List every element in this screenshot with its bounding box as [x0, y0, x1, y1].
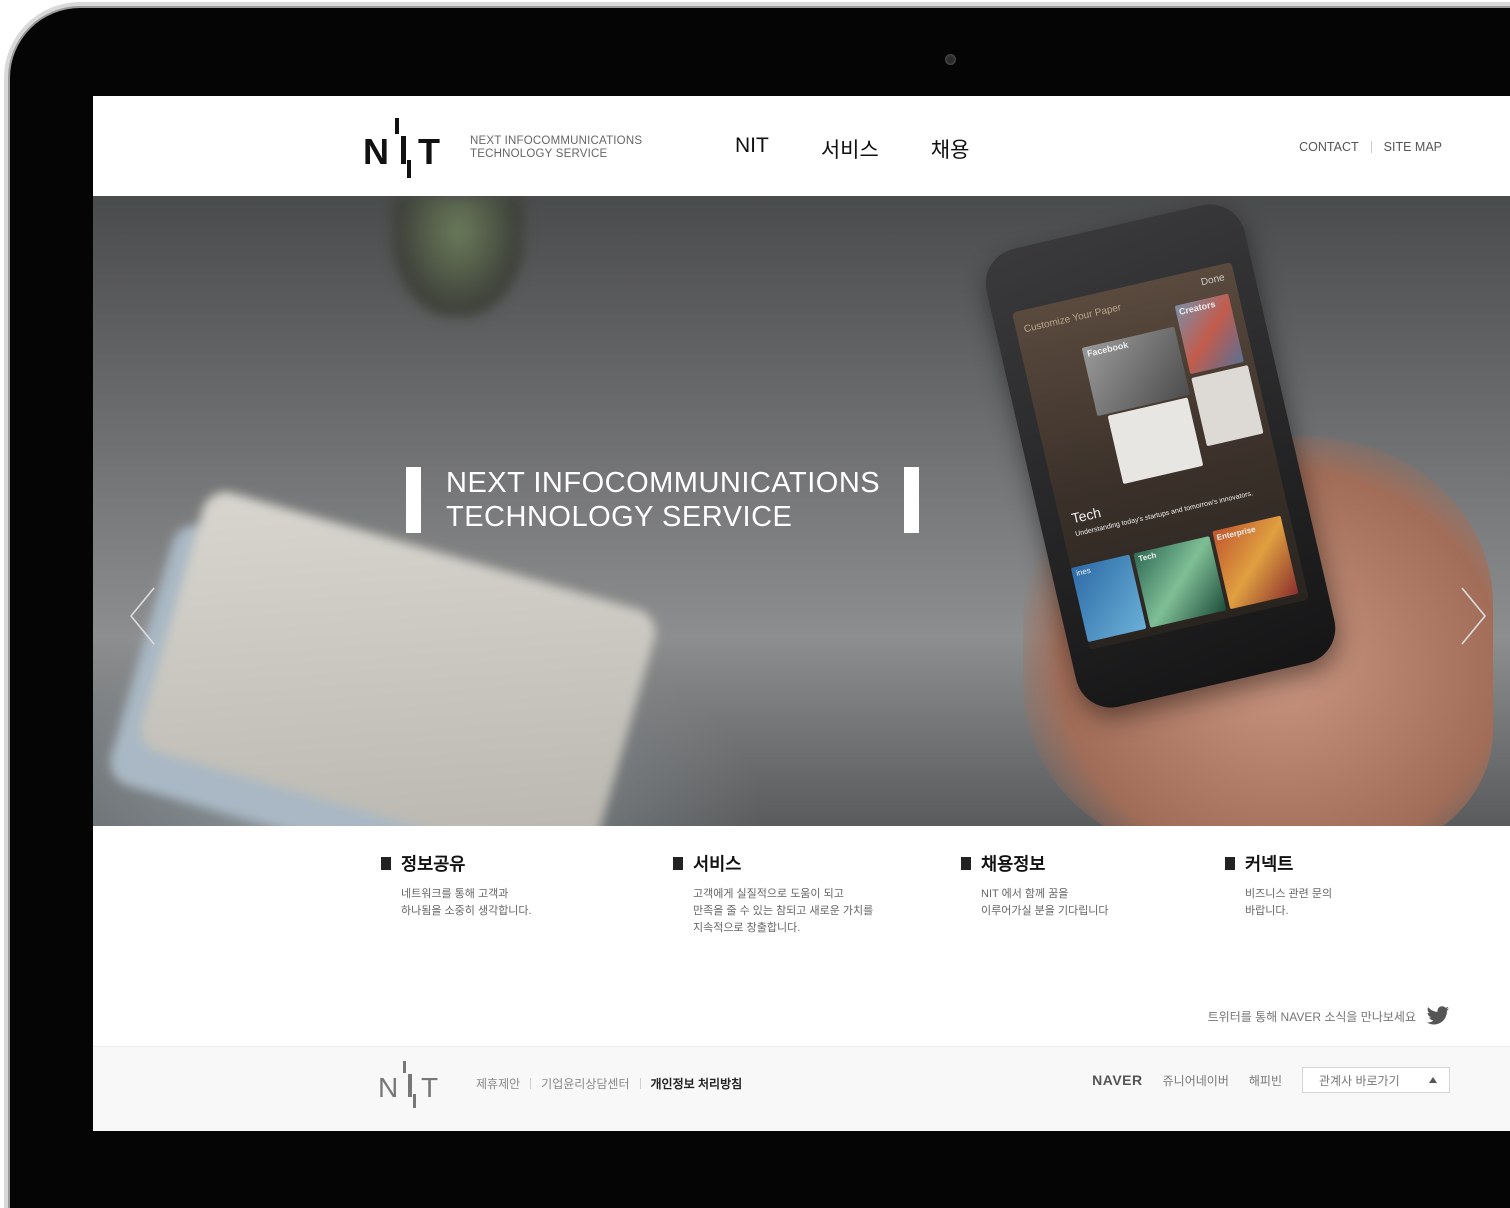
phone-screen: Customize Your Paper Done Facebook Creat… [1011, 262, 1310, 650]
footer-links: 제휴제안 기업윤리상담센터 개인정보 처리방침 [476, 1075, 742, 1092]
util-links: CONTACT SITE MAP [1299, 140, 1442, 154]
feature-title-text: 채용정보 [981, 854, 1046, 874]
phone-customize-label: Customize Your Paper [1022, 302, 1123, 336]
nav-item-recruit[interactable]: 채용 [931, 134, 970, 164]
feature-desc-line: 이루어가실 분을 기다립니다 [981, 905, 1109, 917]
phone-tech-heading: Tech [1069, 504, 1103, 527]
nav-item-nit[interactable]: NIT [735, 134, 769, 164]
feature-desc-line: 네트워크를 통해 고객과 [401, 888, 509, 900]
junior-naver-link[interactable]: 쥬니어네이버 [1163, 1072, 1229, 1089]
feature-desc: NIT 에서 함께 꿈을 이루어가실 분을 기다립니다 [981, 886, 1109, 920]
feature-desc-line: 지속적으로 창출합니다. [693, 922, 801, 934]
feature-connect[interactable]: 커넥트 비즈니스 관련 문의 바랍니다. [1225, 851, 1332, 920]
square-bullet-icon [673, 857, 683, 870]
square-bullet-icon [961, 857, 971, 870]
naver-link[interactable]: NAVER [1092, 1072, 1142, 1088]
footer-link-ethics-center[interactable]: 기업윤리상담센터 [541, 1075, 629, 1092]
footer-divider [530, 1078, 532, 1089]
footer-nit-logo[interactable]: N T [378, 1059, 458, 1109]
hero-title-text: NEXT INFOCOMMUNICATIONS TECHNOLOGY SERVI… [421, 466, 904, 534]
feature-desc-line: 만족을 줄 수 있는 참되고 새로운 가치를 [693, 905, 874, 917]
logo-subtitle: NEXT INFOCOMMUNICATIONS TECHNOLOGY SERVI… [470, 135, 642, 161]
page-preview-right [1191, 365, 1264, 447]
feature-title: 채용정보 [961, 851, 1109, 876]
util-divider [1370, 141, 1372, 153]
feature-desc-line: NIT 에서 함께 꿈을 [981, 888, 1069, 900]
feature-title: 서비스 [673, 851, 873, 876]
square-bullet-icon [1225, 857, 1235, 870]
feature-desc-line: 하나됨을 소중히 생각합니다. [401, 905, 532, 917]
feature-row: 정보공유 네트워크를 통해 고객과 하나됨을 소중히 생각합니다. 서비스 고객… [381, 851, 1510, 961]
contact-link[interactable]: CONTACT [1299, 140, 1359, 154]
svg-text:T: T [421, 1072, 438, 1103]
feature-desc-line: 바랍니다. [1245, 905, 1289, 917]
affiliate-select[interactable]: 관계사 바로가기 [1302, 1067, 1450, 1093]
footer-divider [639, 1078, 641, 1089]
site-header: N T NEXT INFOCOMMUNICATIONS TECHNOLOGY S… [93, 96, 1510, 196]
footer-link-partnership[interactable]: 제휴제안 [476, 1075, 520, 1092]
main-nav: NIT 서비스 채용 [735, 134, 969, 164]
nav-item-service[interactable]: 서비스 [821, 134, 879, 164]
hero-title-line2: TECHNOLOGY SERVICE [446, 501, 793, 533]
feature-desc: 고객에게 실질적으로 도움이 되고 만족을 줄 수 있는 참되고 새로운 가치를… [693, 886, 873, 937]
twitter-promo-text: 트위터를 통해 NAVER 소식을 만나보세요 [1207, 1009, 1416, 1024]
twitter-promo[interactable]: 트위터를 통해 NAVER 소식을 만나보세요 [1208, 1006, 1450, 1026]
caret-up-icon [1429, 1077, 1437, 1083]
sitemap-link[interactable]: SITE MAP [1384, 140, 1442, 154]
plant-background [393, 196, 523, 316]
feature-title-text: 서비스 [693, 854, 742, 874]
feature-info-share[interactable]: 정보공유 네트워크를 통해 고객과 하나됨을 소중히 생각합니다. [381, 851, 532, 920]
feature-service[interactable]: 서비스 고객에게 실질적으로 도움이 되고 만족을 줄 수 있는 참되고 새로운… [673, 851, 873, 937]
site-footer: N T 제휴제안 기업윤리상담센터 개인정보 처리방침 NAVER 쥬니어네이버… [93, 1046, 1510, 1131]
camera-icon [945, 54, 956, 65]
svg-text:N: N [378, 1072, 398, 1103]
website-screen: N T NEXT INFOCOMMUNICATIONS TECHNOLOGY S… [93, 96, 1510, 1131]
chevron-left-icon[interactable] [128, 586, 158, 646]
footer-link-privacy-policy[interactable]: 개인정보 처리방침 [651, 1075, 743, 1092]
hero-title: NEXT INFOCOMMUNICATIONS TECHNOLOGY SERVI… [406, 466, 920, 534]
feature-desc: 네트워크를 통해 고객과 하나됨을 소중히 생각합니다. [401, 886, 532, 920]
svg-text:T: T [418, 131, 440, 172]
square-bullet-icon [381, 857, 391, 870]
feature-recruit[interactable]: 채용정보 NIT 에서 함께 꿈을 이루어가실 분을 기다립니다 [961, 851, 1109, 920]
hero-title-line1: NEXT INFOCOMMUNICATIONS [446, 467, 881, 499]
hero-banner: Customize Your Paper Done Facebook Creat… [93, 196, 1510, 826]
envelope-background [134, 486, 662, 826]
nit-logo[interactable]: N T [363, 118, 463, 178]
feature-title: 커넥트 [1225, 851, 1332, 876]
tech-tile [1133, 536, 1227, 628]
hero-title-bar-right [904, 467, 920, 533]
feature-desc-line: 비즈니스 관련 문의 [1245, 888, 1333, 900]
feature-title-text: 정보공유 [401, 854, 466, 874]
svg-text:N: N [363, 131, 389, 172]
hero-title-bar-left [406, 467, 421, 533]
logo-subtitle-line1: NEXT INFOCOMMUNICATIONS [470, 135, 643, 147]
feature-title: 정보공유 [381, 851, 532, 876]
feature-desc-line: 고객에게 실질적으로 도움이 되고 [693, 888, 844, 900]
phone-done-label: Done [1199, 272, 1226, 289]
feature-desc: 비즈니스 관련 문의 바랍니다. [1245, 886, 1332, 920]
feature-title-text: 커넥트 [1245, 854, 1294, 874]
logo-subtitle-line2: TECHNOLOGY SERVICE [470, 148, 608, 160]
twitter-bird-icon[interactable] [1426, 1006, 1450, 1026]
affiliate-select-value: 관계사 바로가기 [1319, 1073, 1400, 1088]
chevron-right-icon[interactable] [1458, 586, 1488, 646]
footer-family-sites: NAVER 쥬니어네이버 해피빈 관계사 바로가기 [1092, 1067, 1450, 1093]
happybean-link[interactable]: 해피빈 [1249, 1072, 1282, 1089]
